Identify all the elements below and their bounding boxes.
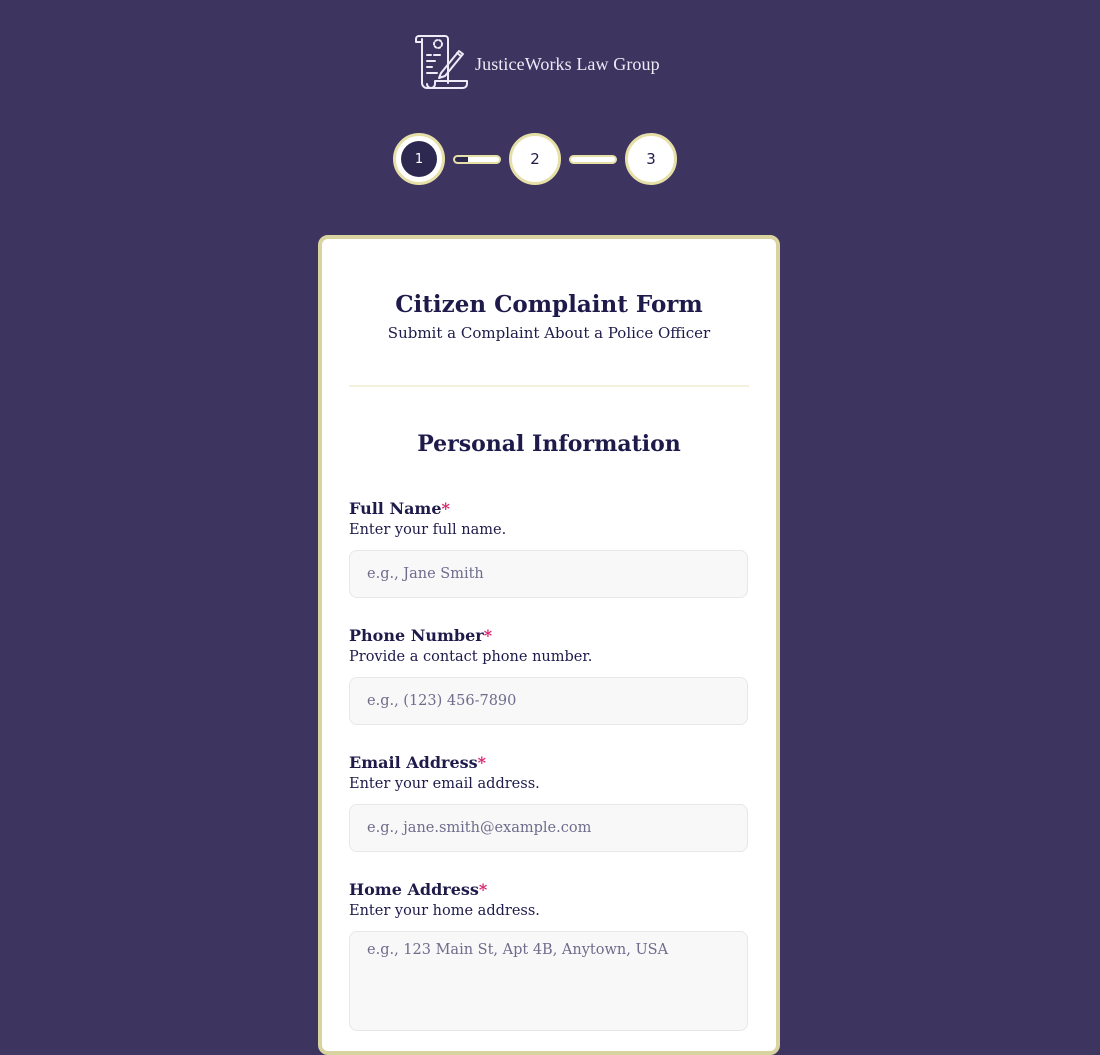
full-name-field: Full Name* Enter your full name. [349, 499, 748, 598]
field-help: Provide a contact phone number. [349, 649, 593, 665]
required-marker: * [483, 626, 493, 645]
required-marker: * [441, 499, 450, 518]
field-label: Full Name* [349, 499, 450, 518]
form-subtitle: Submit a Complaint About a Police Office… [387, 324, 711, 342]
step-1[interactable]: 1 [393, 133, 445, 185]
progress-stepper: 1 2 3 [393, 133, 677, 185]
field-help: Enter your full name. [349, 522, 507, 538]
phone-number-field: Phone Number* Provide a contact phone nu… [349, 626, 748, 725]
step-connector-2 [569, 154, 617, 164]
home-address-field: Home Address* Enter your home address. [349, 880, 748, 1035]
field-help: Enter your email address. [349, 776, 540, 792]
field-label: Email Address* [349, 753, 487, 772]
required-marker: * [477, 753, 487, 772]
phone-number-input[interactable] [349, 677, 748, 725]
section-title: Personal Information [417, 431, 681, 457]
step-3[interactable]: 3 [625, 133, 677, 185]
divider [349, 385, 749, 387]
complaint-form-card: Citizen Complaint Form Submit a Complain… [318, 235, 780, 1055]
scroll-pen-icon [413, 33, 469, 95]
field-label: Phone Number* [349, 626, 493, 645]
field-help: Enter your home address. [349, 903, 540, 919]
form-title: Citizen Complaint Form [395, 291, 703, 318]
email-address-field: Email Address* Enter your email address. [349, 753, 748, 852]
email-address-input[interactable] [349, 804, 748, 852]
step-2[interactable]: 2 [509, 133, 561, 185]
step-connector-1 [453, 154, 501, 164]
field-label: Home Address* [349, 880, 488, 899]
full-name-input[interactable] [349, 550, 748, 598]
home-address-textarea[interactable] [349, 931, 748, 1031]
brand-header: JusticeWorks Law Group [413, 33, 660, 95]
step-1-label: 1 [401, 141, 437, 177]
brand-name: JusticeWorks Law Group [475, 53, 660, 74]
required-marker: * [478, 880, 488, 899]
